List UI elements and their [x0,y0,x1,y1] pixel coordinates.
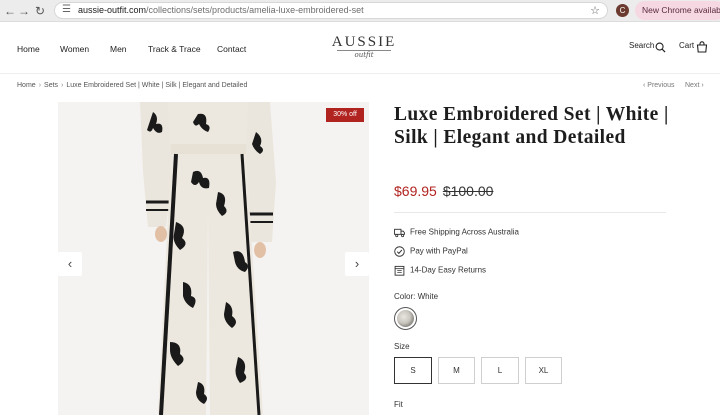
bookmark-star-icon[interactable]: ☆ [590,4,600,17]
product-photo [58,102,369,415]
next-product-link[interactable]: Next › [685,82,704,89]
breadcrumb-sets[interactable]: Sets [44,82,58,89]
nav-contact[interactable]: Contact [217,44,246,54]
profile-avatar[interactable]: C [616,4,629,17]
site-header: Home Women Men Track & Trace Contact AUS… [0,22,720,74]
sale-price: $69.95 [394,183,437,199]
url-text[interactable]: aussie-outfit.com/collections/sets/produ… [78,5,364,15]
breadcrumb-current: Luxe Embroidered Set | White | Silk | El… [66,82,248,89]
chevron-left-icon: ‹ [67,256,73,271]
perk-paypal-label: Pay with PayPal [410,246,468,256]
size-option-xl[interactable]: XL [525,357,562,384]
calendar-icon [394,265,405,276]
site-settings-icon[interactable]: ☰ [62,4,71,15]
size-option-l[interactable]: L [481,357,519,384]
perk-paypal: Pay with PayPal [394,246,468,257]
perk-shipping: Free Shipping Across Australia [394,227,519,238]
chevron-right-icon: › [354,256,360,271]
nav-men[interactable]: Men [110,44,127,54]
breadcrumb: Home › Sets › Luxe Embroidered Set | White |… [17,82,247,89]
previous-label: Previous [647,82,675,89]
url-path: /collections/sets/products/amelia-luxe-e… [146,5,364,15]
fit-label: Fit [394,400,403,409]
perk-shipping-label: Free Shipping Across Australia [410,227,519,237]
chrome-update-button[interactable]: New Chrome available [635,1,720,20]
browser-toolbar: ← → ↻ ☰ aussie-outfit.com/collections/se… [0,0,720,22]
logo-script: outfit [337,50,391,59]
color-swatch-white[interactable] [394,307,417,330]
truck-icon [394,228,405,238]
product-image[interactable] [58,102,369,415]
product-title: Luxe Embroidered Set | White | Silk | El… [394,104,669,148]
nav-home[interactable]: Home [17,44,40,54]
previous-product-link[interactable]: ‹ Previous [643,82,675,89]
chevron-right-icon: › [699,82,704,89]
size-option-s[interactable]: S [394,357,432,384]
search-link[interactable]: Search [629,41,654,50]
cart-icon[interactable] [696,41,708,53]
chevron-right-icon: › [61,82,64,89]
cart-link[interactable]: Cart [679,41,694,50]
divider [394,212,666,213]
sale-badge: 30% off [326,108,364,122]
forward-icon[interactable]: → [16,3,32,19]
reload-icon[interactable]: ↻ [32,3,48,19]
breadcrumb-home[interactable]: Home [17,82,36,89]
size-option-m[interactable]: M [438,357,475,384]
chevron-right-icon: › [38,82,42,89]
next-label: Next [685,82,700,89]
original-price: $100.00 [442,183,494,199]
swatch-image [397,310,414,327]
gallery-next-button[interactable]: › [345,252,369,276]
nav-track-trace[interactable]: Track & Trace [148,44,201,54]
perk-returns-label: 14-Day Easy Returns [410,265,487,275]
address-bar[interactable]: ☰ aussie-outfit.com/collections/sets/pro… [54,2,608,19]
check-circle-icon [394,246,405,257]
gallery-prev-button[interactable]: ‹ [58,252,82,276]
logo-wordmark: AUSSIE [331,34,397,50]
color-label: Color: White [394,292,439,301]
perk-returns: 14-Day Easy Returns [394,265,486,276]
size-label: Size [394,342,410,351]
search-icon[interactable] [655,42,666,53]
nav-women[interactable]: Women [60,44,89,54]
site-logo[interactable]: AUSSIE outfit [325,34,403,59]
url-host: aussie-outfit.com [78,5,147,15]
price-row: $69.95 $100.00 [394,183,493,199]
